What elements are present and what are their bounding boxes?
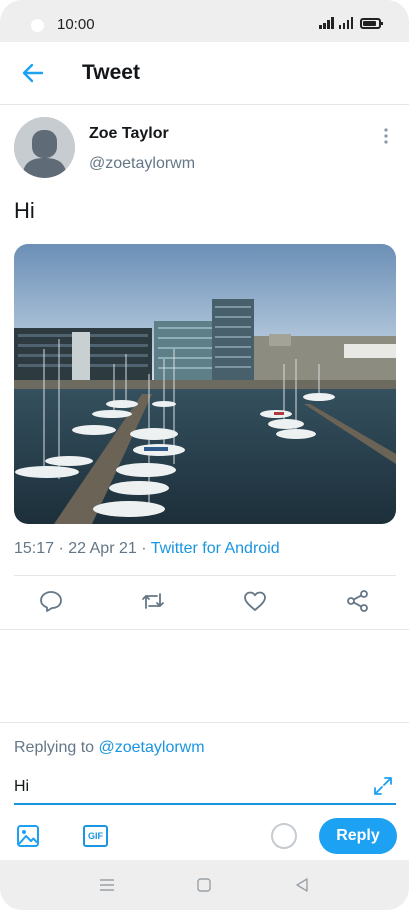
tweet-photo[interactable] bbox=[14, 244, 396, 524]
retweet-icon[interactable] bbox=[140, 588, 166, 614]
tweet-time: 15:17 · 22 Apr 21 · bbox=[14, 540, 151, 557]
share-icon[interactable] bbox=[345, 588, 371, 614]
author-handle[interactable]: @zoetaylorwm bbox=[89, 155, 195, 173]
back-arrow-icon[interactable] bbox=[20, 60, 46, 86]
back-nav-icon[interactable] bbox=[293, 876, 311, 894]
reply-button[interactable]: Reply bbox=[319, 818, 397, 854]
tweet-text: Hi bbox=[14, 198, 35, 223]
divider bbox=[0, 722, 409, 723]
tweet-source-link[interactable]: Twitter for Android bbox=[151, 540, 280, 557]
page-title: Tweet bbox=[82, 61, 140, 84]
signal-icon bbox=[319, 17, 334, 29]
home-nav-icon[interactable] bbox=[195, 876, 213, 894]
reply-input[interactable] bbox=[14, 774, 364, 800]
divider bbox=[14, 575, 396, 576]
system-nav-bar bbox=[0, 860, 409, 910]
app-header: Tweet bbox=[0, 42, 409, 105]
menu-nav-icon[interactable] bbox=[98, 876, 116, 894]
status-bar: 10:00 bbox=[0, 0, 409, 42]
gif-icon[interactable]: GIF bbox=[83, 825, 108, 847]
input-underline bbox=[14, 803, 396, 805]
replying-handle-link[interactable]: @zoetaylorwm bbox=[99, 739, 205, 756]
replying-text: Replying to bbox=[14, 739, 99, 756]
tweet-actions bbox=[0, 588, 409, 618]
reply-icon[interactable] bbox=[38, 588, 64, 614]
character-count-ring bbox=[271, 823, 297, 849]
tweet-timestamp: 15:17 · 22 Apr 21 · Twitter for Android bbox=[14, 540, 280, 558]
replying-to-label: Replying to @zoetaylorwm bbox=[14, 739, 205, 757]
signal-icon-2 bbox=[338, 17, 353, 29]
author-name[interactable]: Zoe Taylor bbox=[89, 125, 169, 143]
camera-dot bbox=[31, 19, 44, 32]
battery-icon bbox=[360, 18, 383, 29]
avatar[interactable] bbox=[14, 117, 75, 178]
harbor-photo-image bbox=[14, 244, 396, 524]
image-icon[interactable] bbox=[15, 823, 41, 849]
default-avatar-icon bbox=[14, 117, 75, 178]
expand-icon[interactable] bbox=[372, 775, 394, 797]
more-options-icon[interactable] bbox=[380, 126, 392, 146]
like-icon[interactable] bbox=[242, 588, 268, 614]
phone-screen: 10:00 Tweet Zoe Taylor @zoetaylorwm Hi 1… bbox=[0, 0, 409, 910]
status-icons bbox=[319, 17, 383, 29]
divider bbox=[0, 629, 409, 630]
status-time: 10:00 bbox=[57, 16, 95, 33]
